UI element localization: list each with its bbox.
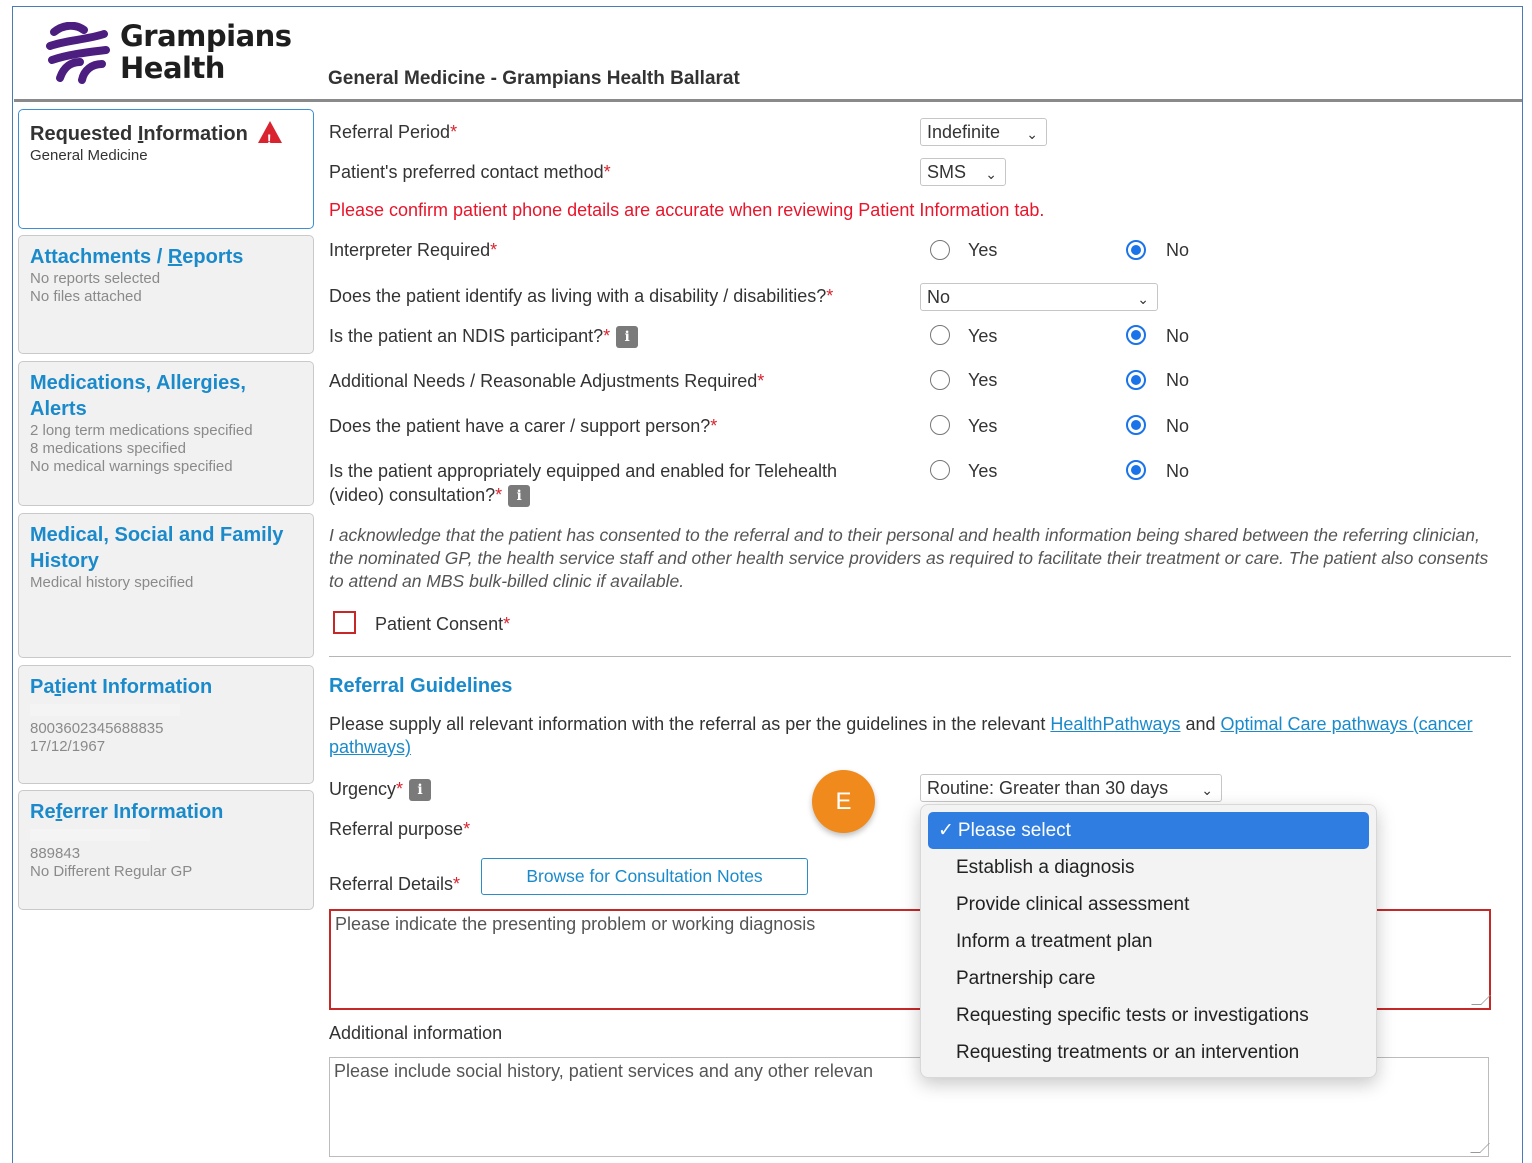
- sidebar-item-patient-information[interactable]: Patient Information 8003602345688835 17/…: [18, 665, 314, 784]
- additional-needs-no-radio[interactable]: [1126, 370, 1146, 390]
- consent-statement: I acknowledge that the patient has conse…: [329, 525, 1489, 591]
- telehealth-label: Is the patient appropriately equipped an…: [329, 459, 837, 508]
- browse-consultation-notes-button[interactable]: Browse for Consultation Notes: [481, 858, 808, 895]
- sidebar-item-title: Referrer Information: [30, 801, 224, 823]
- contact-method-select[interactable]: SMS ⌄: [920, 158, 1006, 186]
- telehealth-no-radio[interactable]: [1126, 460, 1146, 480]
- radio-label: Yes: [968, 326, 998, 346]
- textarea-placeholder: Please include social history, patient s…: [334, 1061, 873, 1081]
- info-icon[interactable]: i: [616, 326, 639, 349]
- interpreter-no-radio[interactable]: [1126, 240, 1146, 260]
- sidebar-item-subtitle: 2 long term medications specified: [30, 422, 253, 439]
- dropdown-option-partnership-care[interactable]: Partnership care: [928, 960, 1369, 997]
- dropdown-option-specific-tests[interactable]: Requesting specific tests or investigati…: [928, 997, 1369, 1034]
- radio-label: No: [1166, 461, 1190, 481]
- grampians-health-logo: Grampians Health: [46, 20, 306, 90]
- referral-purpose-dropdown[interactable]: ✓ Please select Establish a diagnosis Pro…: [920, 804, 1377, 1078]
- contact-method-label: Patient's preferred contact method*: [329, 162, 611, 182]
- page-title: General Medicine - Grampians Health Ball…: [328, 68, 740, 89]
- chevron-down-icon: ⌄: [985, 166, 997, 182]
- radio-label: Yes: [968, 416, 998, 436]
- header-divider: [14, 99, 1522, 102]
- redacted-text: [30, 829, 150, 841]
- warning-icon: [257, 121, 282, 152]
- redacted-text: [30, 704, 180, 716]
- sidebar-item-subtitle: General Medicine: [30, 147, 148, 164]
- patient-consent-label: Patient Consent*: [375, 614, 511, 634]
- referral-details-label: Referral Details*: [329, 874, 461, 894]
- radio-label: No: [1166, 326, 1190, 346]
- sidebar-item-subtitle: 8 medications specified: [30, 440, 186, 457]
- sidebar-item-requested-information[interactable]: Requested Information General Medicine: [18, 109, 314, 229]
- additional-needs-label: Additional Needs / Reasonable Adjustment…: [329, 371, 765, 391]
- healthpathways-link[interactable]: HealthPathways: [1050, 714, 1180, 734]
- interpreter-label: Interpreter Required*: [329, 240, 498, 260]
- dropdown-option-establish-diagnosis[interactable]: Establish a diagnosis: [928, 849, 1369, 886]
- radio-label: No: [1166, 416, 1190, 436]
- chevron-down-icon: ⌄: [1201, 782, 1213, 798]
- ndis-no-radio[interactable]: [1126, 325, 1146, 345]
- referral-guidelines-title: Referral Guidelines: [329, 675, 513, 697]
- dropdown-option-clinical-assessment[interactable]: Provide clinical assessment: [928, 886, 1369, 923]
- sidebar-item-subtitle: 17/12/1967: [30, 738, 106, 755]
- referral-period-select[interactable]: Indefinite ⌄: [920, 118, 1047, 146]
- radio-label: Yes: [968, 370, 998, 390]
- referral-period-label: Referral Period*: [329, 122, 458, 142]
- dropdown-option-please-select[interactable]: ✓ Please select: [928, 812, 1369, 849]
- resize-handle-icon[interactable]: [1470, 1143, 1490, 1153]
- carer-no-radio[interactable]: [1126, 415, 1146, 435]
- sidebar-item-title: Medical, Social and Family History: [30, 524, 284, 572]
- disability-label: Does the patient identify as living with…: [329, 286, 834, 306]
- sidebar-item-title: Attachments / Reports: [30, 246, 244, 268]
- urgency-label: Urgency* i: [329, 777, 432, 802]
- patient-consent-checkbox[interactable]: [333, 611, 356, 634]
- disability-select[interactable]: No ⌄: [920, 283, 1158, 311]
- sidebar-item-referrer-information[interactable]: Referrer Information 889843 No Different…: [18, 790, 314, 910]
- sidebar-item-subtitle: No medical warnings specified: [30, 458, 233, 475]
- ndis-label: Is the patient an NDIS participant?* i: [329, 324, 639, 349]
- additional-information-label: Additional information: [329, 1023, 503, 1043]
- logo-mark-icon: [46, 22, 110, 84]
- sidebar-item-subtitle: 889843: [30, 845, 81, 862]
- sidebar-item-subtitle: No reports selected: [30, 270, 161, 287]
- carer-yes-radio[interactable]: [930, 415, 950, 435]
- resize-handle-icon[interactable]: [1471, 995, 1491, 1005]
- sidebar-item-attachments-reports[interactable]: Attachments / Reports No reports selecte…: [18, 235, 314, 354]
- sidebar-item-medical-social-family-history[interactable]: Medical, Social and Family History Medica…: [18, 513, 314, 658]
- additional-needs-yes-radio[interactable]: [930, 370, 950, 390]
- info-icon[interactable]: i: [508, 485, 531, 508]
- radio-label: No: [1166, 240, 1190, 260]
- step-badge: E: [812, 770, 875, 833]
- sidebar-item-subtitle: 8003602345688835: [30, 720, 164, 737]
- interpreter-yes-radio[interactable]: [930, 240, 950, 260]
- dropdown-option-treatment-plan[interactable]: Inform a treatment plan: [928, 923, 1369, 960]
- phone-warning-text: Please confirm patient phone details are…: [329, 200, 1045, 220]
- checkmark-icon: ✓: [938, 820, 954, 841]
- carer-label: Does the patient have a carer / support …: [329, 416, 718, 436]
- sidebar-item-title: Requested Information: [30, 118, 302, 152]
- referral-purpose-label: Referral purpose*: [329, 819, 471, 839]
- chevron-down-icon: ⌄: [1026, 126, 1038, 142]
- radio-label: No: [1166, 370, 1190, 390]
- ndis-yes-radio[interactable]: [930, 325, 950, 345]
- textarea-placeholder: Please indicate the presenting problem o…: [335, 914, 816, 934]
- sidebar-item-subtitle: No Different Regular GP: [30, 863, 193, 880]
- radio-label: Yes: [968, 240, 998, 260]
- section-divider: [329, 656, 1511, 657]
- sidebar-item-subtitle: Medical history specified: [30, 574, 194, 591]
- sidebar-item-title: Medications, Allergies, Alerts: [30, 372, 246, 420]
- radio-label: Yes: [968, 461, 998, 481]
- urgency-select[interactable]: Routine: Greater than 30 days ⌄: [920, 774, 1222, 802]
- sidebar-item-subtitle: No files attached: [30, 288, 142, 305]
- referral-guidelines-text: Please supply all relevant information w…: [329, 714, 1473, 757]
- info-icon[interactable]: i: [409, 779, 432, 802]
- logo-text: Grampians Health: [120, 19, 292, 85]
- chevron-down-icon: ⌄: [1137, 291, 1149, 307]
- telehealth-yes-radio[interactable]: [930, 460, 950, 480]
- dropdown-option-treatments-intervention[interactable]: Requesting treatments or an intervention: [928, 1034, 1369, 1071]
- sidebar-item-title: Patient Information: [30, 676, 213, 698]
- sidebar-item-medications-allergies-alerts[interactable]: Medications, Allergies, Alerts 2 long ter…: [18, 361, 314, 506]
